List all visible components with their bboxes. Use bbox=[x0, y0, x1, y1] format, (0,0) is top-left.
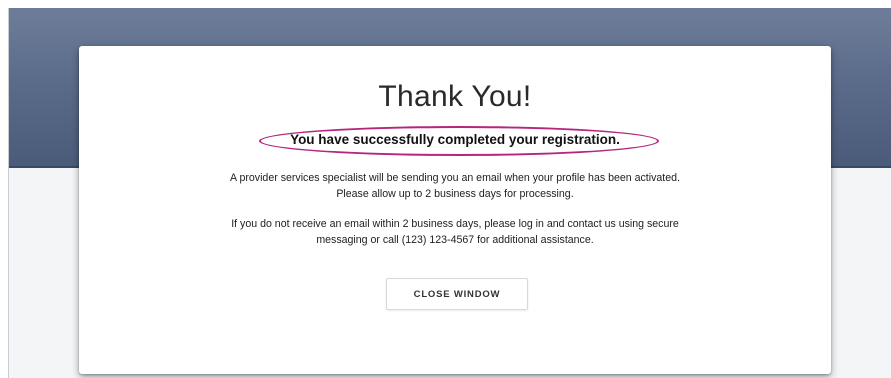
modal-subtitle: You have successfully completed your reg… bbox=[290, 132, 620, 147]
activation-message: A provider services specialist will be s… bbox=[119, 170, 791, 202]
activation-message-line-2: Please allow up to 2 business days for p… bbox=[336, 188, 574, 200]
support-message-line-1: If you do not receive an email within 2 … bbox=[231, 218, 679, 230]
app-frame: Thank You! You have successfully complet… bbox=[8, 8, 891, 378]
confirmation-modal: Thank You! You have successfully complet… bbox=[79, 46, 831, 374]
close-window-button[interactable]: CLOSE WINDOW bbox=[386, 278, 528, 310]
activation-message-line-1: A provider services specialist will be s… bbox=[230, 172, 680, 184]
support-message: If you do not receive an email within 2 … bbox=[119, 216, 791, 248]
subtitle-container: You have successfully completed your reg… bbox=[79, 126, 831, 156]
modal-title: Thank You! bbox=[378, 80, 532, 113]
support-message-line-2: messaging or call (123) 123-4567 for add… bbox=[316, 234, 594, 246]
